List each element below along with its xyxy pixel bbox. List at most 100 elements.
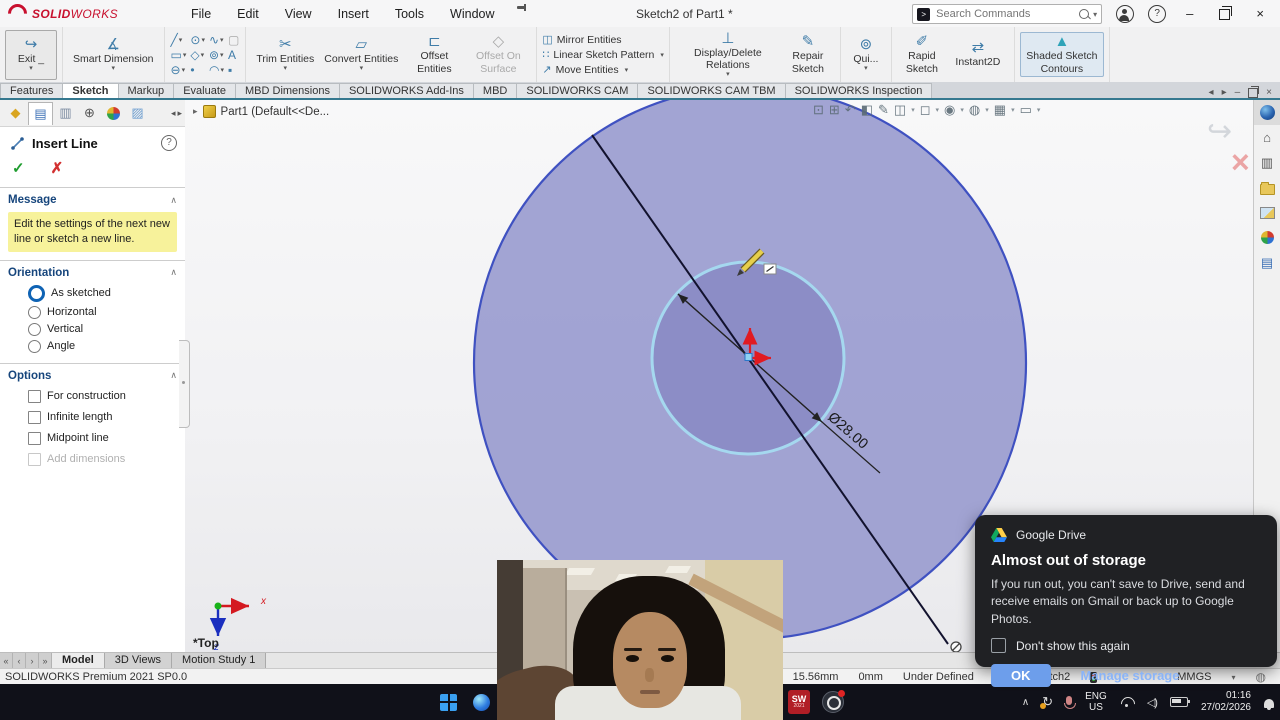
home-pane-button[interactable]: ⌂	[1254, 125, 1280, 150]
view-orientation-caret-icon[interactable]: ▾	[911, 106, 915, 114]
sync-status-icon[interactable]: ↻	[1040, 694, 1053, 710]
move-entities-button[interactable]: ↗ Move Entities ▾	[542, 63, 664, 77]
shaded-sketch-contours-button[interactable]: ▲ Shaded Sketch Contours	[1019, 32, 1104, 77]
minimize-button[interactable]: –	[1180, 5, 1199, 23]
sketch-confirmation-exit-icon[interactable]: ↪	[1207, 114, 1232, 149]
line-endpoint-handle[interactable]	[744, 353, 753, 361]
tab-evaluate[interactable]: Evaluate	[173, 83, 236, 98]
tab-mbd[interactable]: MBD	[472, 83, 518, 98]
language-indicator[interactable]: ENG US	[1085, 691, 1107, 714]
tab-features[interactable]: Features	[0, 83, 64, 98]
offset-entities-button[interactable]: ⊏ Offset Entities	[403, 33, 465, 75]
microphone-icon[interactable]	[1064, 695, 1077, 709]
appearances-button[interactable]	[1254, 225, 1280, 250]
convert-caret-icon[interactable]: ▾	[360, 65, 364, 72]
rapid-sketch-button[interactable]: ✐ Rapid Sketch	[897, 33, 947, 75]
dimxpert-manager-tab[interactable]: ⊕	[78, 102, 101, 124]
configuration-manager-tab[interactable]: ▥	[54, 102, 77, 124]
repair-sketch-button[interactable]: ✎ Repair Sketch	[781, 33, 835, 75]
quick-snaps-caret-icon[interactable]: ▾	[864, 65, 868, 72]
display-relations-caret-icon[interactable]: ▾	[726, 71, 730, 78]
3dexperience-pane-button[interactable]	[1254, 100, 1280, 125]
checkbox-for-construction[interactable]: For construction	[0, 386, 185, 407]
cancel-button[interactable]: ✗	[51, 159, 64, 177]
featuremanager-tree-tab[interactable]: ◆	[4, 102, 27, 124]
display-delete-relations-button[interactable]: ⊥ Display/Delete Relations ▾	[675, 30, 781, 79]
view-palette-button[interactable]	[1254, 200, 1280, 225]
account-icon[interactable]	[1116, 5, 1135, 23]
exit-sketch-button[interactable]: ↪ Exit _ ▾	[5, 29, 57, 80]
taskbar-solidworks-icon[interactable]: SW 2021	[788, 690, 810, 714]
trim-entities-button[interactable]: ✂ Trim Entities ▾	[251, 36, 319, 73]
tab-nav-next-icon[interactable]: ›	[26, 653, 39, 669]
sketch-confirmation-cancel-icon[interactable]: ×	[1231, 144, 1250, 181]
radio-vertical[interactable]: Vertical	[0, 321, 185, 338]
previous-view-icon[interactable]: ↶	[845, 102, 856, 118]
checkbox-infinite-length[interactable]: Infinite length	[0, 407, 185, 428]
display-style-caret-icon[interactable]: ▾	[936, 106, 940, 114]
notifications-icon[interactable]	[1264, 698, 1274, 710]
cam-tree-tab[interactable]: ▨	[126, 102, 149, 124]
manage-storage-link[interactable]: Manage storage	[1081, 668, 1180, 683]
fm-scroll-right-icon[interactable]: ▸	[177, 108, 182, 119]
hide-show-caret-icon[interactable]: ▾	[960, 106, 964, 114]
camera-caret-icon[interactable]: ▾	[1037, 106, 1041, 114]
line-tool[interactable]: ╱ ▾	[170, 33, 188, 47]
polygon-tool[interactable]: ◇ ▾	[189, 48, 206, 62]
radio-as-sketched[interactable]: As sketched	[0, 283, 185, 304]
tab-sketch[interactable]: Sketch	[62, 83, 119, 98]
exit-caret-icon[interactable]: ▾	[29, 65, 33, 72]
close-button[interactable]: ×	[1250, 5, 1270, 23]
dont-show-again-option[interactable]: Don't show this again	[991, 638, 1261, 654]
tab-solidworks-inspection[interactable]: SOLIDWORKS Inspection	[784, 83, 933, 98]
search-input[interactable]	[934, 7, 1076, 21]
menu-edit[interactable]: Edit	[224, 3, 272, 25]
property-manager-tab[interactable]: ▤	[28, 101, 53, 125]
pin-menu-icon[interactable]	[516, 3, 526, 13]
rectangle-tool[interactable]: ▭ ▾	[170, 48, 188, 62]
design-library-button[interactable]: ▥	[1254, 150, 1280, 175]
help-icon[interactable]: ?	[1148, 5, 1167, 23]
search-icon[interactable]	[1079, 9, 1090, 19]
tab-markup[interactable]: Markup	[117, 83, 175, 98]
tab-nav-first-icon[interactable]: «	[0, 653, 13, 669]
arc-tool[interactable]: ◠ ▾	[208, 63, 225, 77]
point-tool[interactable]: •	[189, 63, 206, 77]
sketch-dot-tool[interactable]: ▪	[227, 63, 240, 77]
menu-window[interactable]: Window	[437, 3, 507, 25]
tab-motion-study[interactable]: Motion Study 1	[172, 653, 267, 669]
fm-scroll-left-icon[interactable]: ◂	[171, 108, 176, 119]
tab-solidworks-cam-tbm[interactable]: SOLIDWORKS CAM TBM	[637, 83, 786, 98]
clock[interactable]: 01:16 27/02/2026	[1201, 690, 1251, 714]
edge-browser-icon[interactable]	[473, 693, 490, 711]
appearance-caret-icon[interactable]: ▾	[985, 106, 989, 114]
tab-nav-prev-icon[interactable]: ‹	[13, 653, 26, 669]
tab-solidworks-cam[interactable]: SOLIDWORKS CAM	[516, 83, 639, 98]
panel-help-icon[interactable]: ?	[161, 135, 177, 151]
spline-tool[interactable]: ∿ ▾	[208, 33, 225, 47]
menu-tools[interactable]: Tools	[382, 3, 437, 25]
convert-entities-button[interactable]: ▱ Convert Entities ▾	[319, 36, 403, 73]
message-section-header[interactable]: Message ∧	[0, 188, 185, 210]
file-explorer-button[interactable]	[1254, 175, 1280, 200]
tab-solidworks-addins[interactable]: SOLIDWORKS Add-Ins	[338, 83, 474, 98]
smart-dimension-button[interactable]: ∡ Smart Dimension ▾	[68, 36, 159, 73]
display-manager-tab[interactable]	[102, 102, 125, 124]
search-caret-icon[interactable]: ▾	[1093, 10, 1097, 19]
ok-button[interactable]: ✓	[12, 159, 25, 177]
camera-icon[interactable]: ▭	[1020, 102, 1032, 118]
trim-caret-icon[interactable]: ▾	[284, 65, 288, 72]
annotations-icon[interactable]: ✎	[878, 102, 889, 118]
orientation-section-header[interactable]: Orientation ∧	[0, 261, 185, 283]
collapse-icon[interactable]: ∧	[170, 267, 177, 278]
radio-angle[interactable]: Angle	[0, 338, 185, 355]
edit-appearance-icon[interactable]: ◍	[969, 102, 980, 118]
volume-icon[interactable]: ◁)	[1147, 696, 1158, 709]
slot-tool[interactable]: ⊖ ▾	[170, 63, 188, 77]
zoom-fit-icon[interactable]: ⊡	[813, 102, 824, 118]
radio-horizontal[interactable]: Horizontal	[0, 304, 185, 321]
quick-snaps-button[interactable]: ⊚ Qui... ▾	[846, 36, 886, 73]
smart-dimension-caret-icon[interactable]: ▾	[112, 65, 116, 72]
obs-recording-icon[interactable]	[822, 690, 845, 713]
options-section-header[interactable]: Options ∧	[0, 364, 185, 386]
